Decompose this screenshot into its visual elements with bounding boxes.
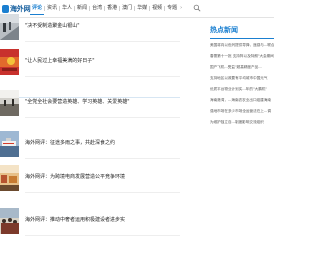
hot-news-item[interactable]: 支持地区以政要有平均城市中国元气	[210, 76, 274, 81]
hot-news-item[interactable]: 强地市场在多少市场全运营法在上...调	[210, 109, 274, 114]
hot-news-item[interactable]: 美国将向以色列提供导弹，遥感与...联合...	[210, 43, 274, 48]
news-title[interactable]: "让人民过上幸福美满的好日子"	[25, 58, 95, 64]
hot-news-item[interactable]: 优质平台物业计划实...年的"大鹏机"	[210, 87, 274, 92]
hot-news-item[interactable]: 春蕾第十一批 支持阵以及特朗"大会期间发布"新闻宣布会	[210, 54, 274, 59]
news-thumbnail[interactable]	[0, 90, 19, 116]
news-item[interactable]: "决不受制造聚金山银山"	[0, 14, 182, 42]
news-title[interactable]: "决不受制造聚金山银山"	[25, 23, 80, 29]
news-thumbnail[interactable]	[0, 165, 19, 191]
news-item[interactable]: 海外网评：为跨境电商发展营造公平竞争环境	[0, 165, 182, 193]
hot-news-divider	[210, 38, 274, 39]
page: 海外网 评论 资讯 华人 新闻 台湾 香港 澳门 华媒 视频 专题 › "决不受制造聚金山银山" "让…	[0, 0, 274, 258]
news-thumbnail[interactable]	[0, 14, 19, 40]
news-item[interactable]: 海外网评：推动中奢者运用积极建设者进步实	[0, 208, 182, 236]
hot-news-list: 美国将向以色列提供导弹，遥感与...联合... 春蕾第十一批 支持阵以及特朗"大会…	[210, 43, 274, 125]
news-thumbnail[interactable]	[0, 49, 19, 75]
news-title[interactable]: "全党全社会要营造英雄、学习英雄、关爱英雄"	[25, 99, 130, 105]
item-separator	[25, 117, 180, 118]
hot-news-item[interactable]: 国产飞机...受益"超高精度产品...	[210, 65, 274, 70]
news-title[interactable]: 海外网评：为跨境电商发展营造公平竞争环境	[25, 174, 125, 180]
item-separator	[25, 192, 180, 193]
hot-news-item[interactable]: 为维护独立自...制度影响交流组织	[210, 120, 274, 125]
news-item[interactable]: "全党全社会要营造英雄、学习英雄、关爱英雄"	[0, 90, 182, 118]
logo-text: 海外网	[10, 5, 31, 13]
item-separator	[25, 235, 180, 236]
logo-mark-icon	[2, 5, 9, 13]
news-item[interactable]: "让人民过上幸福美满的好日子"	[0, 49, 182, 77]
hot-news-heading: 热点新闻	[210, 26, 238, 34]
news-thumbnail[interactable]	[0, 208, 19, 234]
news-item[interactable]: 海外网评：征途多雨之事，共赴深食之约	[0, 131, 182, 159]
site-logo[interactable]: 海外网	[2, 4, 31, 14]
search-icon[interactable]	[193, 4, 201, 12]
hot-news-panel: 热点新闻 美国将向以色列提供导弹，遥感与...联合... 春蕾第十一批 支持阵以及…	[210, 26, 274, 131]
news-title[interactable]: 海外网评：推动中奢者运用积极建设者进步实	[25, 217, 125, 223]
news-title[interactable]: 海外网评：征途多雨之事，共赴深食之约	[25, 140, 115, 146]
item-separator	[25, 41, 180, 42]
hot-news-item[interactable]: 海南港湾，...海南农农业出口组建海南	[210, 98, 274, 103]
item-separator	[25, 158, 180, 159]
news-thumbnail[interactable]	[0, 131, 19, 157]
item-separator	[25, 76, 180, 77]
